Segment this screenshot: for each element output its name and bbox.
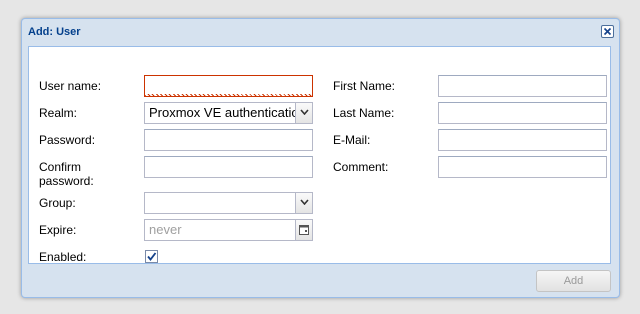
close-icon — [603, 27, 612, 36]
calendar-icon — [299, 225, 309, 235]
group-label: Group: — [39, 196, 76, 210]
first-name-label: First Name: — [333, 79, 396, 93]
username-input[interactable] — [144, 75, 313, 97]
expire-label: Expire: — [39, 223, 77, 237]
close-button[interactable] — [601, 25, 614, 38]
enabled-checkbox[interactable] — [145, 250, 158, 263]
first-name-input[interactable] — [438, 75, 607, 97]
password-input[interactable] — [144, 129, 313, 151]
realm-value: Proxmox VE authentication server — [144, 102, 295, 124]
expire-date-field[interactable]: never — [144, 219, 313, 241]
confirm-password-input[interactable] — [144, 156, 313, 178]
add-button[interactable]: Add — [536, 270, 611, 292]
expire-placeholder: never — [144, 219, 295, 241]
realm-label: Realm: — [39, 106, 78, 120]
date-picker-trigger[interactable] — [295, 219, 313, 241]
group-dropdown-trigger[interactable] — [295, 192, 313, 214]
checkmark-icon — [147, 252, 157, 261]
group-select[interactable] — [144, 192, 313, 214]
username-label: User name: — [39, 79, 102, 93]
chevron-down-icon — [299, 109, 309, 115]
realm-select[interactable]: Proxmox VE authentication server — [144, 102, 313, 124]
group-value — [144, 192, 295, 214]
last-name-label: Last Name: — [333, 106, 395, 120]
dialog-title: Add: User — [28, 26, 81, 38]
add-user-dialog: Add: User User name: Realm: Proxmox VE a… — [21, 18, 620, 298]
dialog-titlebar[interactable]: Add: User — [22, 19, 619, 45]
email-input[interactable] — [438, 129, 607, 151]
enabled-label: Enabled: — [39, 250, 87, 264]
password-label: Password: — [39, 133, 96, 147]
last-name-input[interactable] — [438, 102, 607, 124]
email-label: E-Mail: — [333, 133, 371, 147]
comment-input[interactable] — [438, 156, 607, 178]
realm-dropdown-trigger[interactable] — [295, 102, 313, 124]
dialog-body: User name: Realm: Proxmox VE authenticat… — [28, 46, 611, 264]
comment-label: Comment: — [333, 160, 389, 174]
chevron-down-icon — [299, 199, 309, 205]
confirm-password-label: Confirm password: — [39, 160, 94, 188]
